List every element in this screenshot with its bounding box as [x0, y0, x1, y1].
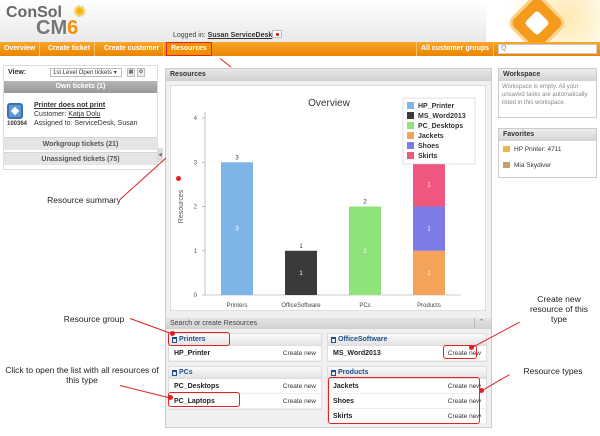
y-tick-label: 1: [194, 249, 198, 255]
x-tick-label: Products: [417, 303, 441, 309]
group-products-label: Products: [338, 369, 369, 376]
arrow-open-list: [119, 385, 171, 399]
ticket-panel: View: 1st Level Open tickets ▾ ▦ ⚙ Own t…: [3, 65, 158, 170]
legend-label: MS_Word2013: [418, 113, 466, 120]
search-create-header: Search or create Resources: [166, 318, 491, 329]
unassigned-tickets-header[interactable]: Unassigned tickets (75): [4, 152, 157, 165]
customer-link[interactable]: Katja Dolu: [68, 111, 100, 118]
overview-chart: OverviewResources01234Printers33OfficeSo…: [178, 97, 476, 309]
nav-create-customer[interactable]: Create customer: [100, 42, 165, 56]
nav-customer-groups[interactable]: All customer groups: [416, 42, 495, 56]
ticket-assigned: Assigned to: ServiceDesk, Susan: [34, 120, 138, 127]
home-icon: [331, 337, 336, 343]
group-pcs-label: PCs: [179, 369, 193, 376]
home-icon: [331, 370, 336, 376]
x-tick-label: PCs: [359, 303, 370, 309]
workspace-title: Workspace: [499, 69, 596, 81]
annotation-create-new: Create new resource of this type: [529, 294, 589, 324]
arrow-resources: [219, 58, 232, 68]
highlight-types: [328, 377, 480, 424]
legend-swatch: [407, 122, 414, 129]
login-label: Logged in:: [173, 32, 206, 39]
chart-title: Overview: [308, 98, 350, 109]
legend-swatch: [407, 132, 414, 139]
legend-label: Skirts: [418, 153, 438, 160]
user-link[interactable]: Susan ServiceDesk: [208, 32, 273, 39]
y-axis-label: Resources: [178, 189, 185, 223]
workspace-text: Workspace is empty. All your unsaved tas…: [502, 84, 588, 106]
x-tick-label: Printers: [227, 303, 248, 309]
person-icon: [503, 162, 510, 169]
bar-total-label: 3: [235, 155, 239, 161]
ticket-number: 100364: [7, 121, 28, 127]
nav-resources[interactable]: Resources: [166, 42, 212, 56]
resource-type-link[interactable]: MS_Word2013: [333, 347, 381, 361]
logo-cm-text: CM: [36, 17, 68, 39]
marker-open-list: [168, 395, 173, 400]
favorite-item[interactable]: HP Printer: 4711: [503, 146, 561, 153]
resources-title: Resources: [166, 69, 491, 81]
favorites-title: Favorites: [499, 129, 596, 141]
sun-icon: ✺: [73, 4, 87, 21]
bar-total-label: 2: [363, 200, 367, 206]
own-tickets-header[interactable]: Own tickets (1): [4, 81, 157, 93]
view-select-value: 1st Level Open tickets: [53, 70, 113, 76]
legend-label: Jackets: [418, 133, 444, 140]
y-tick-label: 3: [194, 160, 198, 166]
ticket-title-link[interactable]: Printer does not print: [34, 102, 105, 109]
arrow-group: [129, 318, 170, 334]
create-new-button[interactable]: Create new: [283, 347, 316, 361]
grid-icon[interactable]: ▦: [127, 68, 135, 77]
settings-icon[interactable]: ⚙: [137, 68, 145, 77]
overview-chart-box: Overview Resources 0 1 2 3 4 Printers 3 3 OfficeSo…: [170, 85, 486, 311]
logo-cm: CM6: [36, 17, 78, 40]
x-tick-label: OfficeSoftware: [281, 303, 321, 309]
workgroup-tickets-header[interactable]: Workgroup tickets (21): [4, 137, 157, 150]
legend-swatch: [407, 142, 414, 149]
home-icon: [172, 370, 177, 376]
view-label: View:: [8, 69, 27, 76]
group-officesoftware-label: OfficeSoftware: [338, 336, 388, 343]
bar-total-label: 1: [299, 244, 303, 250]
legend-swatch: [407, 102, 414, 109]
create-new-button[interactable]: Create new: [283, 395, 316, 409]
y-tick-label: 4: [194, 116, 198, 122]
legend-swatch: [407, 152, 414, 159]
favorite-item[interactable]: Mia Skydiver: [503, 162, 551, 169]
marker-group: [170, 331, 175, 336]
ticket-customer: Customer: Katja Dolu: [34, 111, 101, 118]
language-flag-icon[interactable]: [272, 30, 282, 38]
search-input[interactable]: Q: [498, 44, 597, 54]
favorite-label: Mia Skydiver: [514, 162, 552, 169]
login-info: Logged in: Susan ServiceDesk: [173, 32, 272, 39]
search-icon: Q: [501, 45, 507, 52]
nav-overview[interactable]: Overview: [0, 42, 41, 56]
marker-create-new: [469, 345, 474, 350]
create-new-button[interactable]: Create new: [283, 380, 316, 394]
y-tick-label: 0: [194, 293, 198, 299]
customer-label: Customer:: [34, 111, 67, 118]
legend-label: HP_Printer: [418, 103, 454, 110]
resource-type-link[interactable]: HP_Printer: [174, 347, 210, 361]
list-item: HP_Printer Create new: [169, 347, 321, 361]
legend-swatch: [407, 112, 414, 119]
annotation-open-list: Click to open the list with all resource…: [5, 365, 159, 385]
printer-icon: [503, 146, 510, 153]
view-select[interactable]: 1st Level Open tickets ▾: [50, 68, 122, 77]
group-pcs-header[interactable]: PCs: [169, 367, 321, 379]
marker-summary: [176, 176, 181, 181]
marker-types: [479, 388, 484, 393]
ticket-icon: [7, 103, 23, 119]
highlight-group: [168, 332, 230, 346]
favorite-label: HP Printer: 4711: [514, 146, 562, 153]
legend-label: PC_Desktops: [418, 123, 463, 130]
highlight-open-list: [168, 392, 240, 407]
annotation-group: Resource group: [63, 314, 125, 324]
legend-label: Shoes: [418, 143, 439, 150]
chevron-up-icon[interactable]: ⌃: [474, 318, 488, 329]
annotation-types: Resource types: [523, 366, 583, 376]
nav-create-ticket[interactable]: Create ticket: [44, 42, 96, 56]
y-tick-label: 2: [194, 205, 198, 211]
annotation-summary: Resource summary: [47, 195, 121, 205]
